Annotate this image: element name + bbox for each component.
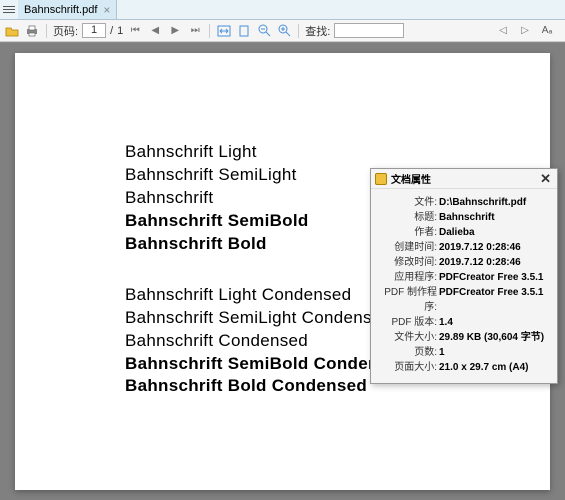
- dialog-titlebar[interactable]: 文档属性 ✕: [371, 169, 557, 189]
- prop-row: 修改时间:2019.7.12 0:28:46: [377, 255, 551, 270]
- prop-label: 作者:: [377, 225, 439, 240]
- fit-page-icon[interactable]: [236, 23, 252, 39]
- fit-width-icon[interactable]: [216, 23, 232, 39]
- prop-row: 标题:Bahnschrift: [377, 210, 551, 225]
- prop-label: 修改时间:: [377, 255, 439, 270]
- prop-value: D:\Bahnschrift.pdf: [439, 195, 551, 210]
- search-label: 查找:: [305, 23, 330, 39]
- last-page-icon[interactable]: ⏭: [187, 23, 203, 39]
- prop-row: 页面大小:21.0 x 29.7 cm (A4): [377, 360, 551, 375]
- prop-label: 文件:: [377, 195, 439, 210]
- menu-icon[interactable]: [0, 0, 18, 19]
- print-icon[interactable]: [24, 23, 40, 39]
- prop-value: 29.89 KB (30,604 字节): [439, 330, 551, 345]
- prop-value: 2019.7.12 0:28:46: [439, 240, 551, 255]
- page-sep: /: [110, 25, 113, 37]
- prop-label: 应用程序:: [377, 270, 439, 285]
- prop-value: PDFCreator Free 3.5.1: [439, 285, 551, 315]
- close-icon[interactable]: ✕: [538, 171, 553, 187]
- search-prev-icon[interactable]: ◁: [495, 23, 511, 39]
- document-properties-dialog: 文档属性 ✕ 文件:D:\Bahnschrift.pdf 标题:Bahnschr…: [370, 168, 558, 384]
- prop-row: 页数:1: [377, 345, 551, 360]
- prop-row: 创建时间:2019.7.12 0:28:46: [377, 240, 551, 255]
- prop-label: PDF 版本:: [377, 315, 439, 330]
- dialog-title: 文档属性: [391, 171, 534, 186]
- prop-label: 页面大小:: [377, 360, 439, 375]
- prop-label: 创建时间:: [377, 240, 439, 255]
- prop-label: PDF 制作程序:: [377, 285, 439, 315]
- font-sample: Bahnschrift Light: [125, 141, 550, 164]
- match-case-icon[interactable]: Aₐ: [539, 23, 555, 39]
- prop-value: 1: [439, 345, 551, 360]
- prop-row: 文件:D:\Bahnschrift.pdf: [377, 195, 551, 210]
- page-label: 页码:: [53, 23, 78, 39]
- prev-page-icon[interactable]: ◀: [147, 23, 163, 39]
- prop-row: 应用程序:PDFCreator Free 3.5.1: [377, 270, 551, 285]
- prop-label: 页数:: [377, 345, 439, 360]
- toolbar: 页码: 1 / 1 ⏮ ◀ ▶ ⏭ 查找: ◁ ▷ Aₐ: [0, 20, 565, 42]
- next-page-icon[interactable]: ▶: [167, 23, 183, 39]
- prop-value: 21.0 x 29.7 cm (A4): [439, 360, 551, 375]
- prop-row: 作者:Dalieba: [377, 225, 551, 240]
- dialog-icon: [375, 173, 387, 185]
- first-page-icon[interactable]: ⏮: [127, 23, 143, 39]
- open-icon[interactable]: [4, 23, 20, 39]
- prop-value: Dalieba: [439, 225, 551, 240]
- tab-title: Bahnschrift.pdf: [24, 4, 97, 16]
- tab-bar: Bahnschrift.pdf ×: [0, 0, 565, 20]
- page-number-input[interactable]: 1: [82, 23, 106, 38]
- prop-label: 标题:: [377, 210, 439, 225]
- close-icon[interactable]: ×: [103, 4, 110, 16]
- prop-value: 1.4: [439, 315, 551, 330]
- page-total: 1: [117, 25, 123, 37]
- prop-value: Bahnschrift: [439, 210, 551, 225]
- search-next-icon[interactable]: ▷: [517, 23, 533, 39]
- prop-row: PDF 制作程序:PDFCreator Free 3.5.1: [377, 285, 551, 315]
- zoom-out-icon[interactable]: [256, 23, 272, 39]
- prop-row: PDF 版本:1.4: [377, 315, 551, 330]
- search-input[interactable]: [334, 23, 404, 38]
- zoom-in-icon[interactable]: [276, 23, 292, 39]
- document-tab[interactable]: Bahnschrift.pdf ×: [18, 0, 117, 19]
- prop-value: 2019.7.12 0:28:46: [439, 255, 551, 270]
- prop-label: 文件大小:: [377, 330, 439, 345]
- prop-value: PDFCreator Free 3.5.1: [439, 270, 551, 285]
- prop-row: 文件大小:29.89 KB (30,604 字节): [377, 330, 551, 345]
- dialog-body: 文件:D:\Bahnschrift.pdf 标题:Bahnschrift 作者:…: [371, 189, 557, 383]
